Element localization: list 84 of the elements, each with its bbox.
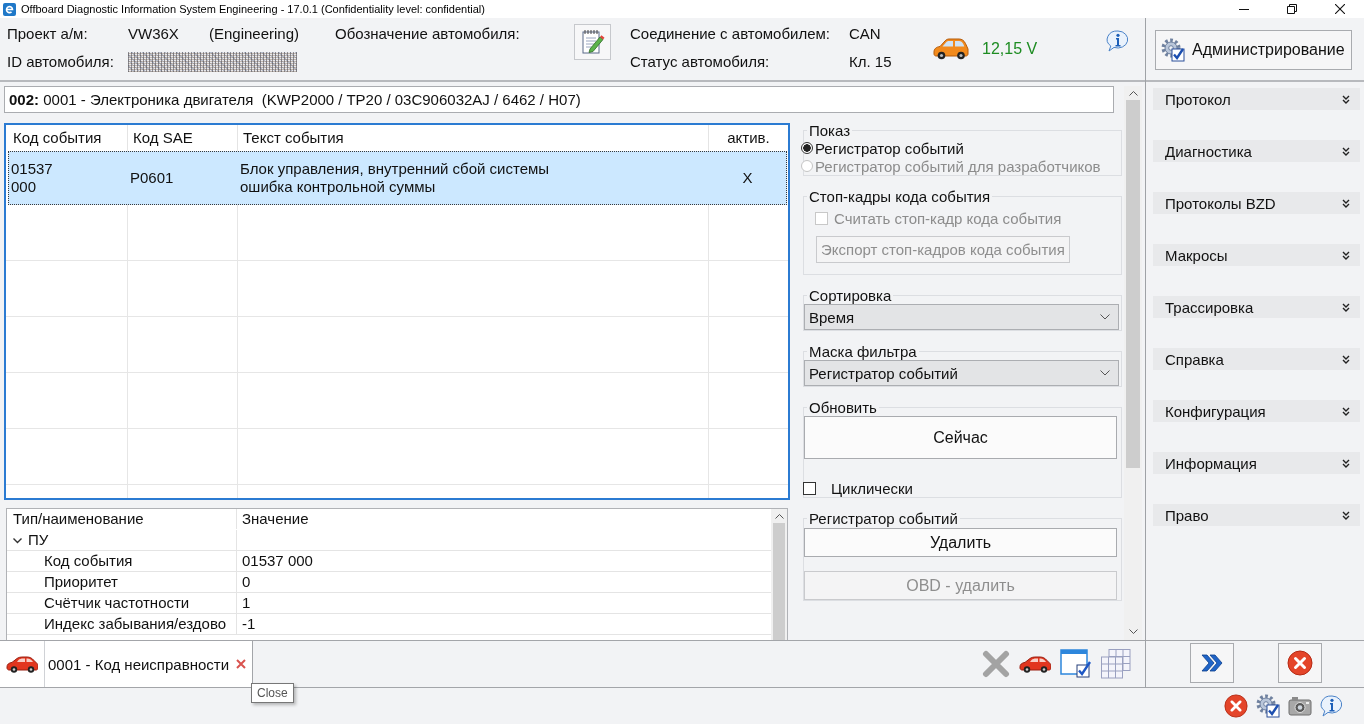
- minimize-icon[interactable]: [1239, 8, 1249, 10]
- sidebar-item[interactable]: Макросы: [1153, 244, 1360, 266]
- restore-icon[interactable]: [1287, 4, 1297, 14]
- car-icon: [933, 38, 969, 60]
- scroll-up-icon[interactable]: [774, 514, 784, 519]
- scrollbar[interactable]: [1124, 86, 1142, 640]
- event-text-cell-text: Блок управления, внутренний сбой системы ошибка контрольной суммы: [239, 160, 551, 196]
- tab[interactable]: 0001 - Код неисправности: [0, 641, 254, 687]
- notepad-pencil-icon: [580, 29, 605, 55]
- checkbox[interactable]: [803, 481, 816, 495]
- voltage-reading: 12,15 V: [982, 40, 1038, 58]
- column-header: Тип/наименование: [7, 509, 237, 529]
- property-value: 01537 000: [241, 551, 314, 571]
- designation-label: Обозначение автомобиля:: [335, 24, 521, 44]
- status-label: Статус автомобиля:: [630, 52, 771, 72]
- checkbox-label[interactable]: Циклически: [831, 479, 913, 497]
- tree-node[interactable]: ПУ: [7, 530, 237, 550]
- column-header[interactable]: Код события: [6, 125, 127, 151]
- filter-dropdown[interactable]: Регистратор событий: [804, 360, 1119, 386]
- tooltip: Close: [251, 683, 294, 703]
- caret-icon: [1100, 314, 1110, 320]
- sidebar-item[interactable]: Информация: [1153, 452, 1360, 474]
- event-code-cell-text: 01537 000: [10, 160, 54, 196]
- project-value: VW36X: [128, 24, 180, 44]
- property-name: Приоритет: [7, 572, 237, 592]
- sae-code-cell-text: P0601: [129, 169, 175, 187]
- gear-check-icon: [1161, 38, 1185, 62]
- connection-value: CAN: [849, 24, 882, 44]
- sidebar-item[interactable]: Конфигурация: [1153, 400, 1360, 422]
- property-name: Код события: [7, 551, 237, 571]
- sidebar-item[interactable]: Протокол: [1153, 88, 1360, 110]
- delete-button[interactable]: Удалить: [804, 528, 1117, 557]
- vehicle-id-label: ID автомобиля:: [7, 52, 115, 72]
- group-title: Показ: [808, 122, 852, 139]
- project-label: Проект а/м:: [7, 24, 89, 44]
- scrollbar-thumb[interactable]: [773, 523, 785, 640]
- sidebar-item[interactable]: Право: [1153, 504, 1360, 526]
- car-icon[interactable]: [1019, 655, 1051, 673]
- window-title: Offboard Diagnostic Information System Engineering - 17.0.1 (Confidentiality level: confidential): [21, 3, 485, 15]
- property-value: 0: [241, 572, 252, 592]
- group-title: Регистратор событий: [808, 510, 959, 527]
- property-value: -1: [241, 614, 257, 634]
- group-title: Маска фильтра: [808, 343, 918, 360]
- close-circle-icon[interactable]: [1224, 694, 1248, 718]
- active-cell-text: X: [741, 169, 754, 187]
- edit-button[interactable]: [574, 24, 611, 60]
- radio-button[interactable]: [801, 142, 813, 154]
- group-title: Сортировка: [808, 287, 893, 304]
- column-header: Значение: [241, 509, 310, 529]
- close-icon[interactable]: [1335, 4, 1345, 14]
- gear-check-icon[interactable]: [1256, 694, 1280, 718]
- cancel-button[interactable]: [1278, 643, 1322, 683]
- property-name: Счётчик частотности: [7, 593, 237, 613]
- info-icon[interactable]: [1320, 695, 1344, 717]
- sidebar-item[interactable]: Диагностика: [1153, 140, 1360, 162]
- sort-dropdown[interactable]: Время: [804, 304, 1119, 330]
- car-icon: [6, 655, 38, 673]
- chevron-icon[interactable]: [13, 535, 22, 545]
- double-chevron-right-icon: [1201, 654, 1223, 672]
- property-value: 1: [241, 593, 252, 613]
- camera-icon[interactable]: [1288, 696, 1312, 716]
- refresh-now-button[interactable]: Сейчас: [804, 416, 1117, 459]
- info-icon[interactable]: [1106, 30, 1130, 52]
- group-title: Стоп-кадры кода события: [808, 188, 992, 205]
- control-unit-title: 002: 0001 - Электроника двигателя (KWP2000 / TP20 / 03C906032AJ / 6462 / H07): [4, 86, 1114, 113]
- administration-button[interactable]: Администрирование: [1155, 30, 1352, 70]
- option-label[interactable]: Регистратор событий: [815, 139, 964, 157]
- close-circle-icon: [1287, 650, 1313, 676]
- mode-text: (Engineering): [209, 24, 301, 44]
- sidebar-item[interactable]: Справка: [1153, 348, 1360, 370]
- sidebar-item[interactable]: Трассировка: [1153, 296, 1360, 318]
- scrollbar[interactable]: [771, 509, 787, 640]
- status-value: Кл. 15: [849, 52, 893, 72]
- property-name: Индекс забывания/ездово: [7, 614, 237, 634]
- scroll-up-icon[interactable]: [1128, 91, 1138, 96]
- caret-icon: [1100, 370, 1110, 376]
- scroll-down-icon[interactable]: [1128, 629, 1138, 634]
- scrollbar-thumb[interactable]: [1126, 100, 1140, 468]
- table-row[interactable]: 01537 000 P0601 Блок управления, внутренний сбой системы ошибка контрольной суммы X: [8, 151, 787, 205]
- sidebar-item[interactable]: Протоколы BZD: [1153, 192, 1360, 214]
- connection-label: Соединение с автомобилем:: [630, 24, 831, 44]
- forward-button[interactable]: [1190, 643, 1234, 683]
- group-title: Обновить: [808, 399, 878, 416]
- window-check-icon[interactable]: [1060, 649, 1092, 679]
